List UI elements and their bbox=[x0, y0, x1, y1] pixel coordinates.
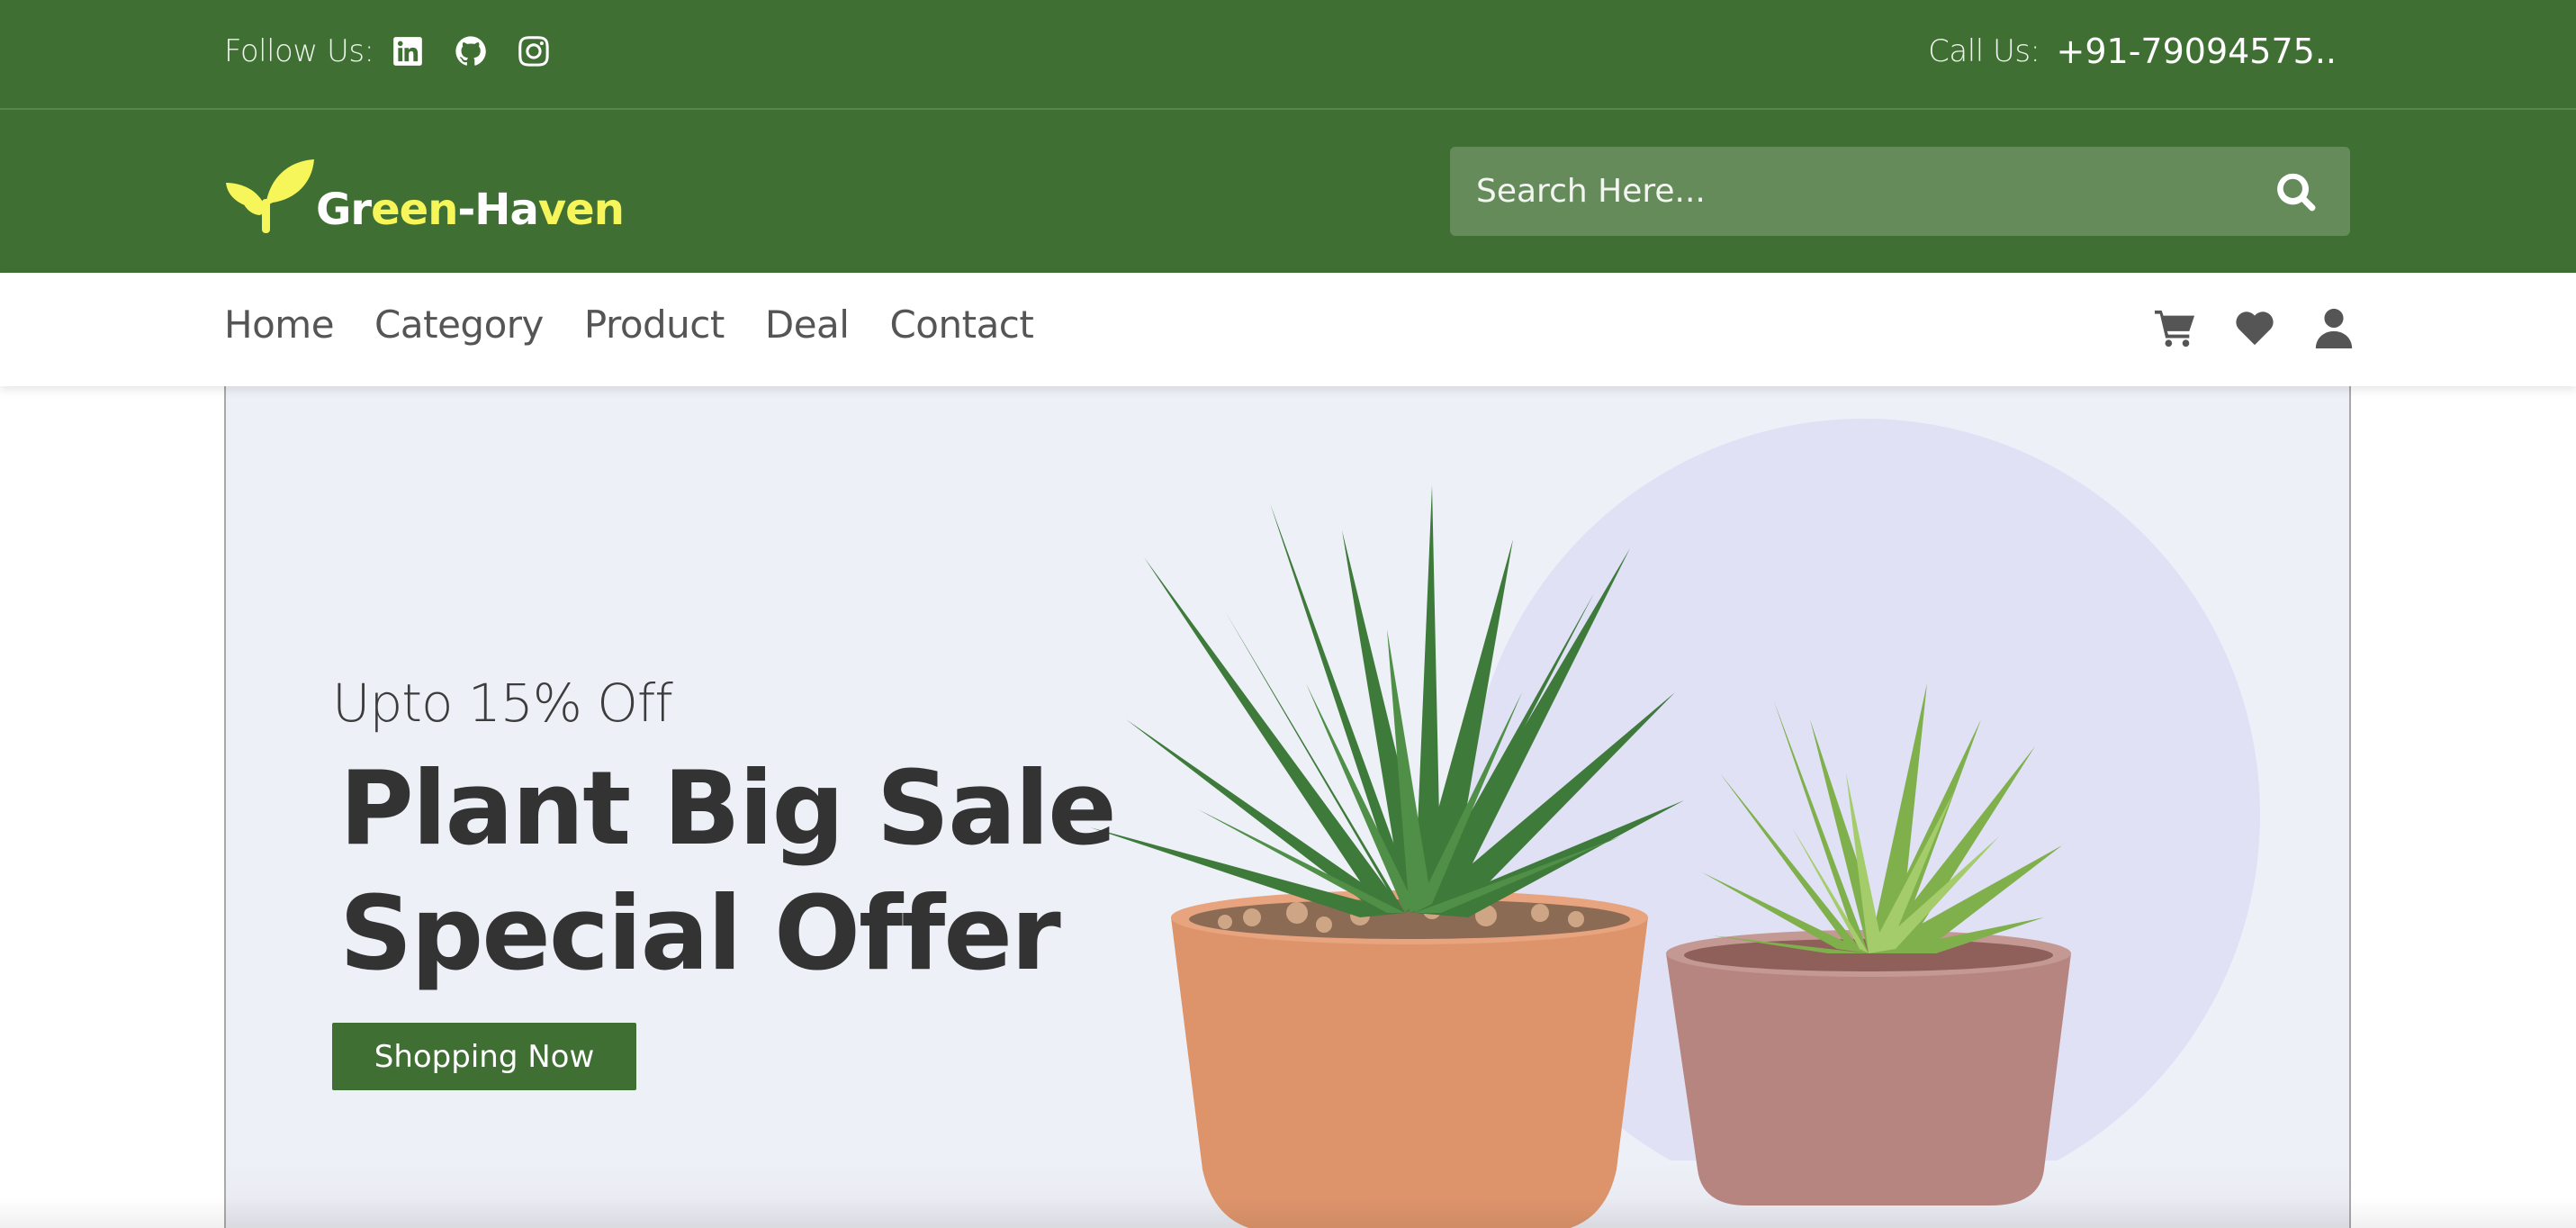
hero-title: Plant Big Sale Special Offer bbox=[339, 746, 1117, 997]
nav-links: Home Category Product Deal Contact bbox=[224, 302, 1074, 347]
main-nav: Home Category Product Deal Contact bbox=[0, 273, 2576, 386]
shopping-now-button[interactable]: Shopping Now bbox=[332, 1023, 636, 1090]
succulent-pots-image bbox=[1090, 485, 2071, 1228]
search-icon[interactable] bbox=[2276, 172, 2316, 212]
bottom-shadow bbox=[0, 1197, 2576, 1228]
nav-category[interactable]: Category bbox=[374, 302, 544, 347]
call-us: Call Us: +91-79094575.. bbox=[1928, 29, 2337, 74]
github-icon[interactable] bbox=[454, 34, 488, 68]
top-bar: Follow Us: Call Us: +91-79094575.. bbox=[0, 0, 2576, 110]
hero-banner: Upto 15% Off Plant Big Sale Special Offe… bbox=[224, 386, 2351, 1228]
linkedin-icon[interactable] bbox=[391, 34, 425, 68]
heart-icon[interactable] bbox=[2234, 307, 2275, 348]
nav-icons bbox=[2117, 307, 2355, 348]
logo[interactable]: Green-Haven bbox=[224, 150, 625, 235]
nav-contact[interactable]: Contact bbox=[889, 302, 1033, 347]
sprout-logo-icon bbox=[226, 159, 314, 233]
follow-us: Follow Us: bbox=[224, 29, 580, 74]
follow-label: Follow Us: bbox=[224, 33, 374, 69]
user-icon[interactable] bbox=[2313, 307, 2355, 348]
search-bar bbox=[1450, 147, 2350, 236]
nav-home[interactable]: Home bbox=[224, 302, 335, 347]
search-input[interactable] bbox=[1476, 173, 2250, 210]
instagram-icon[interactable] bbox=[517, 34, 551, 68]
nav-deal[interactable]: Deal bbox=[765, 302, 850, 347]
call-label: Call Us: bbox=[1928, 33, 2040, 69]
hero-title-line1: Plant Big Sale bbox=[339, 749, 1117, 868]
nav-product[interactable]: Product bbox=[584, 302, 725, 347]
header: Green-Haven bbox=[0, 110, 2576, 273]
logo-text: Green-Haven bbox=[316, 185, 625, 235]
hero-title-line2: Special Offer bbox=[339, 874, 1061, 993]
call-number[interactable]: +91-79094575.. bbox=[2057, 32, 2337, 71]
hero-subtitle: Upto 15% Off bbox=[332, 673, 673, 734]
cart-icon[interactable] bbox=[2155, 307, 2196, 348]
